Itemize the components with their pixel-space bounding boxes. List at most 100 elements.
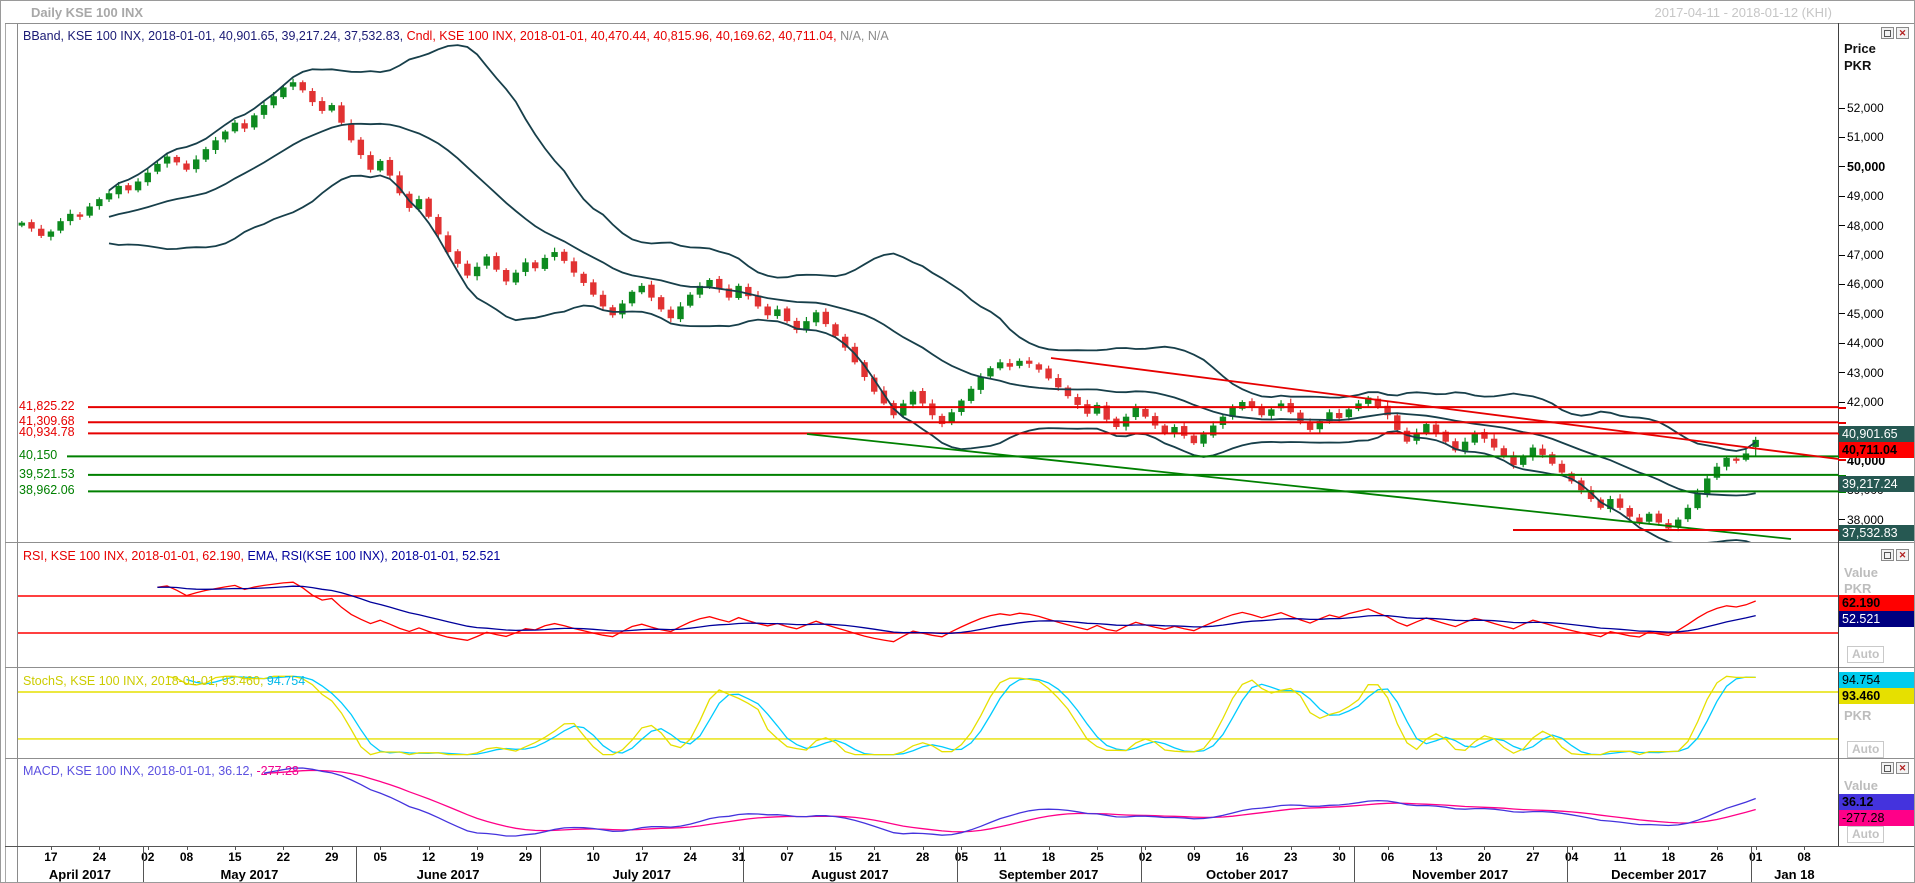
time-tick-mark [1436, 846, 1437, 850]
restore-icon[interactable] [1881, 762, 1894, 774]
legend-segment: Cndl, KSE 100 INX, 2018-01-01, 40,470.44… [407, 29, 840, 43]
time-tick-label: 11 [1614, 850, 1627, 864]
time-tick-label: 05 [374, 850, 387, 864]
value-tag: 36.12 [1839, 794, 1915, 810]
time-tick-mark [1000, 846, 1001, 850]
time-tick-mark [1620, 846, 1621, 850]
time-tick-mark [1572, 846, 1573, 850]
close-icon[interactable]: ✕ [1896, 27, 1909, 39]
time-tick-mark [1533, 846, 1534, 850]
stoch-axis-unit: PKR [1844, 708, 1871, 723]
time-tick-mark [1339, 846, 1340, 850]
month-divider [143, 846, 144, 883]
month-label: May 2017 [221, 867, 279, 882]
line-end-marker [1838, 407, 1846, 409]
time-tick-label: 12 [422, 850, 435, 864]
month-divider [743, 846, 744, 883]
macd-xaxis-divider [5, 846, 1914, 847]
month-label: April 2017 [49, 867, 111, 882]
price-axis-title: Price [1844, 41, 1876, 56]
main-price-chart[interactable] [1, 23, 1838, 542]
time-tick-mark [1756, 846, 1757, 850]
macd-legend: MACD, KSE 100 INX, 2018-01-01, 36.12, -2… [23, 764, 299, 778]
left-gutter-line-inner [17, 23, 18, 883]
value-tag: 39,217.24 [1839, 476, 1915, 492]
stoch-macd-divider [5, 758, 1914, 759]
time-tick-mark [923, 846, 924, 850]
time-tick-mark [739, 846, 740, 850]
value-tag: 40,711.04 [1839, 442, 1915, 458]
time-tick-mark [1668, 846, 1669, 850]
time-tick-mark [1097, 846, 1098, 850]
rsi-autoscale-button[interactable]: Auto [1847, 646, 1884, 663]
close-icon[interactable]: ✕ [1896, 762, 1909, 774]
restore-glyph [1884, 765, 1891, 772]
support-label: 38,962.06 [19, 483, 75, 497]
rsi-axis-unit: PKR [1844, 581, 1871, 596]
price-tick-label: 49,000 [1839, 189, 1884, 203]
month-label: July 2017 [612, 867, 671, 882]
legend-segment: -277.28 [256, 764, 298, 778]
month-label: November 2017 [1412, 867, 1508, 882]
stoch-autoscale-button[interactable]: Auto [1847, 741, 1884, 758]
close-icon[interactable]: ✕ [1896, 549, 1909, 561]
time-tick-mark [690, 846, 691, 850]
time-tick-mark [835, 846, 836, 850]
month-divider [1141, 846, 1142, 883]
time-tick-label: 23 [1284, 850, 1297, 864]
month-divider [957, 846, 958, 883]
time-tick-label: 21 [868, 850, 881, 864]
price-tick-label: 44,000 [1839, 336, 1884, 350]
time-tick-label: 16 [1236, 850, 1249, 864]
macd-panel-controls: ✕ [1881, 762, 1909, 774]
month-label: June 2017 [417, 867, 480, 882]
time-tick-mark [235, 846, 236, 850]
time-tick-label: 24 [684, 850, 697, 864]
price-tick-label: 48,000 [1839, 219, 1884, 233]
time-tick-mark [1194, 846, 1195, 850]
time-tick-label: 11 [994, 850, 1007, 864]
time-tick-label: 18 [1662, 850, 1675, 864]
time-tick-mark [429, 846, 430, 850]
line-end-marker [1838, 422, 1846, 424]
main-legend: BBand, KSE 100 INX, 2018-01-01, 40,901.6… [23, 29, 889, 43]
macd-autoscale-button[interactable]: Auto [1847, 826, 1884, 843]
legend-segment: RSI, KSE 100 INX, 2018-01-01, 62.190, [23, 549, 247, 563]
rsi-panel-controls: ✕ [1881, 549, 1909, 561]
main-rsi-divider [5, 542, 1914, 543]
value-tag: 94.754 [1839, 672, 1915, 688]
restore-icon[interactable] [1881, 549, 1894, 561]
time-tick-mark [961, 846, 962, 850]
restore-glyph [1884, 30, 1891, 37]
month-divider [356, 846, 357, 883]
price-tick-label: 45,000 [1839, 307, 1884, 321]
time-tick-mark [787, 846, 788, 850]
restore-icon[interactable] [1881, 27, 1894, 39]
time-tick-mark [283, 846, 284, 850]
rsi-axis-title: Value [1844, 565, 1878, 580]
time-tick-label: 30 [1332, 850, 1345, 864]
price-tick-label: 47,000 [1839, 248, 1884, 262]
time-tick-label: 08 [180, 850, 193, 864]
legend-segment: MACD, KSE 100 INX, 2018-01-01, 36.12, [23, 764, 256, 778]
time-tick-mark [332, 846, 333, 850]
legend-segment: 94.754 [267, 674, 305, 688]
month-label: October 2017 [1206, 867, 1288, 882]
value-tag: 62.190 [1839, 595, 1915, 611]
month-label: Jan 18 [1774, 867, 1814, 882]
titlebar: Daily KSE 100 INX 2017-04-11 - 2018-01-1… [1, 1, 1914, 23]
time-tick-mark [99, 846, 100, 850]
price-tick-label: 50,000 [1839, 160, 1885, 174]
rsi-stoch-divider [5, 667, 1914, 668]
time-tick-label: 29 [325, 850, 338, 864]
month-label: August 2017 [811, 867, 888, 882]
time-tick-label: 09 [1187, 850, 1200, 864]
value-tag: 52.521 [1839, 611, 1915, 627]
price-tick-label: 52,000 [1839, 101, 1884, 115]
time-tick-mark [51, 846, 52, 850]
legend-segment: N/A, N/A [840, 29, 889, 43]
price-axis-unit: PKR [1844, 58, 1871, 73]
time-tick-label: 27 [1526, 850, 1539, 864]
month-divider [1751, 846, 1752, 883]
chart-window: Daily KSE 100 INX 2017-04-11 - 2018-01-1… [0, 0, 1915, 883]
